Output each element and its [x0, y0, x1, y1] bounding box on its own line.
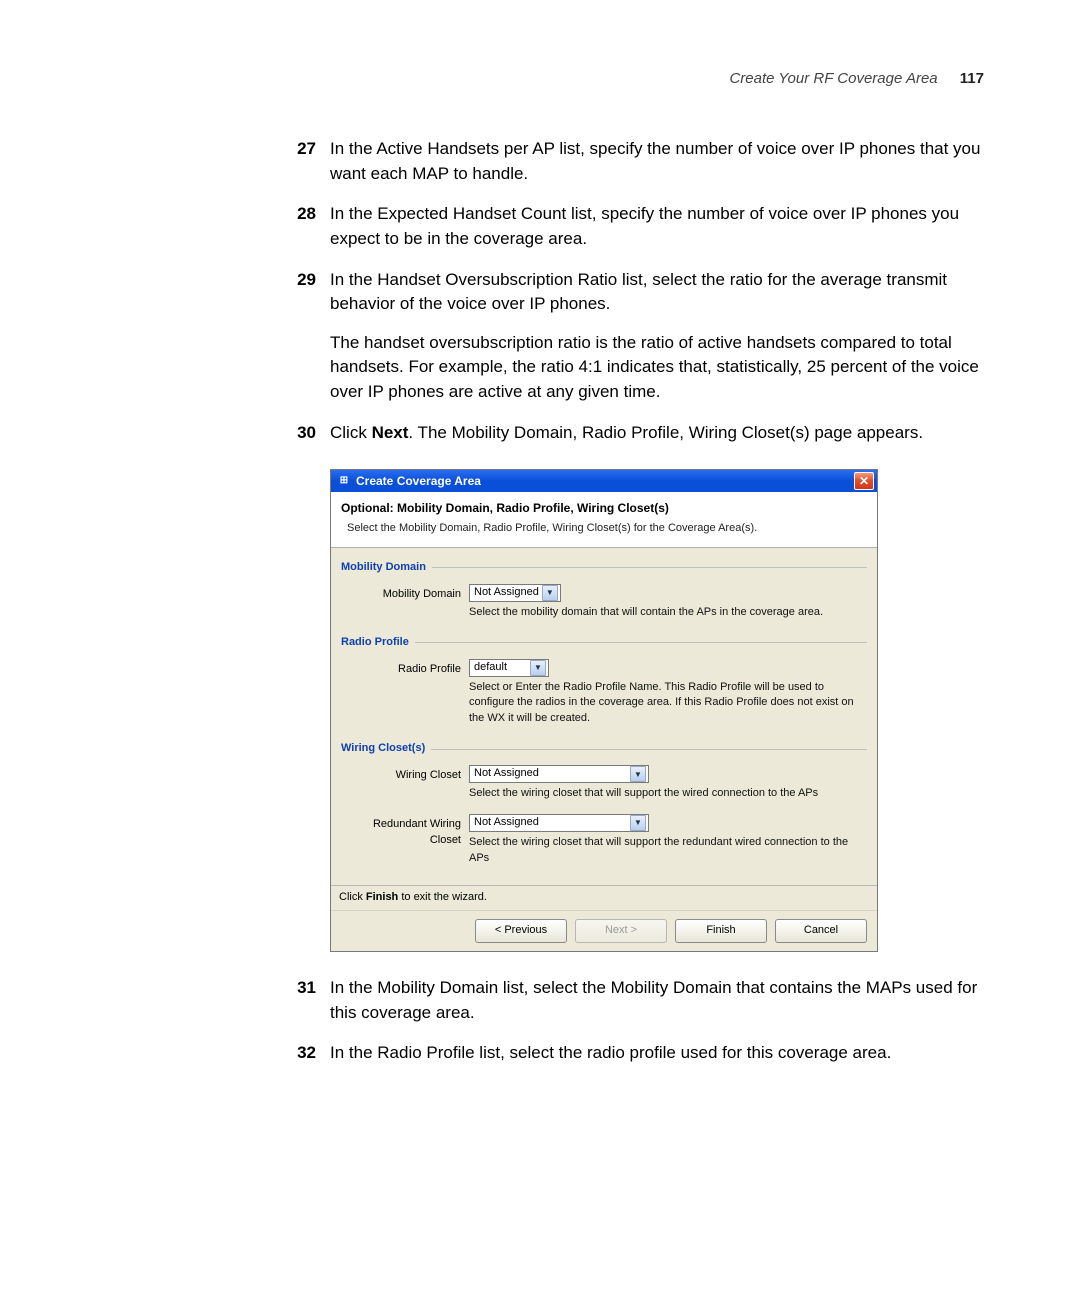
titlebar: ⊞ Create Coverage Area✕ — [331, 470, 877, 492]
step-text: In the Radio Profile list, select the ra… — [330, 1041, 990, 1066]
step-body: In the Radio Profile list, select the ra… — [330, 1041, 990, 1066]
wizard-hint: Click Finish to exit the wizard. — [331, 886, 877, 910]
step-text: In the Active Handsets per AP list, spec… — [330, 137, 990, 186]
previous-button[interactable]: < Previous — [475, 919, 567, 943]
radio-profile-select-value: default — [474, 660, 527, 676]
wiring-closet-select[interactable]: Not Assigned▼ — [469, 765, 649, 783]
wizard-dialog: ⊞ Create Coverage Area✕ Optional: Mobility… — [330, 469, 878, 952]
step-number: 27 — [90, 137, 330, 186]
wizard-subtitle: Select the Mobility Domain, Radio Profil… — [341, 521, 867, 537]
mobility-domain-select-value: Not Assigned — [474, 585, 539, 601]
mobility-domain-label: Mobility Domain — [341, 584, 469, 603]
step-body: Click Next. The Mobility Domain, Radio P… — [330, 421, 990, 446]
chevron-down-icon: ▼ — [530, 660, 546, 676]
step-27: 27In the Active Handsets per AP list, sp… — [90, 137, 990, 186]
step-number: 28 — [90, 202, 330, 251]
close-icon[interactable]: ✕ — [854, 472, 874, 490]
step-text: In the Expected Handset Count list, spec… — [330, 202, 990, 251]
radio-profile-select[interactable]: default▼ — [469, 659, 549, 677]
wizard-figure: ⊞ Create Coverage Area✕ Optional: Mobility… — [90, 469, 990, 952]
step-30: 30Click Next. The Mobility Domain, Radio… — [90, 421, 990, 446]
radio-profile-label: Radio Profile — [341, 659, 469, 678]
app-icon: ⊞ — [337, 474, 351, 488]
wiring-closet-label: Wiring Closet — [341, 765, 469, 784]
step-29: 29In the Handset Oversubscription Ratio … — [90, 268, 990, 405]
step-text: Click Next. The Mobility Domain, Radio P… — [330, 421, 990, 446]
cancel-button[interactable]: Cancel — [775, 919, 867, 943]
group-mobility-domain: Mobility Domain — [341, 560, 432, 576]
finish-button[interactable]: Finish — [675, 919, 767, 943]
step-32: 32In the Radio Profile list, select the … — [90, 1041, 990, 1066]
wizard-body: Mobility DomainMobility DomainNot Assign… — [331, 548, 877, 885]
group-radio-profile: Radio Profile — [341, 635, 415, 651]
chevron-down-icon: ▼ — [630, 766, 646, 782]
radio-profile-help: Select or Enter the Radio Profile Name. … — [469, 680, 867, 728]
divider — [432, 567, 867, 568]
step-number: 31 — [90, 976, 330, 1025]
step-body: In the Handset Oversubscription Ratio li… — [330, 268, 990, 405]
mobility-domain-select[interactable]: Not Assigned▼ — [469, 584, 561, 602]
step-text: In the Mobility Domain list, select the … — [330, 976, 990, 1025]
wizard-footer: Click Finish to exit the wizard. < Previo… — [331, 885, 877, 951]
redundant-wiring-closet-help: Select the wiring closet that will suppo… — [469, 835, 867, 867]
step-28: 28In the Expected Handset Count list, sp… — [90, 202, 990, 251]
next-button: Next > — [575, 919, 667, 943]
step-number: 29 — [90, 268, 330, 405]
step-body: In the Mobility Domain list, select the … — [330, 976, 990, 1025]
wiring-closet-help: Select the wiring closet that will suppo… — [469, 786, 867, 802]
chevron-down-icon: ▼ — [630, 815, 646, 831]
divider — [415, 642, 867, 643]
step-text: In the Handset Oversubscription Ratio li… — [330, 268, 990, 317]
wizard-header: Optional: Mobility Domain, Radio Profile… — [331, 492, 877, 547]
step-text: The handset oversubscription ratio is th… — [330, 331, 990, 405]
step-body: In the Expected Handset Count list, spec… — [330, 202, 990, 251]
redundant-wiring-closet-label: Redundant Wiring Closet — [341, 814, 469, 849]
step-number: 32 — [90, 1041, 330, 1066]
mobility-domain-help: Select the mobility domain that will con… — [469, 605, 867, 621]
step-31: 31In the Mobility Domain list, select th… — [90, 976, 990, 1025]
wizard-title: Optional: Mobility Domain, Radio Profile… — [341, 500, 867, 517]
running-header: Create Your RF Coverage Area 117 — [90, 70, 990, 87]
divider — [431, 749, 867, 750]
group-wiring-closets: Wiring Closet(s) — [341, 741, 431, 757]
step-number: 30 — [90, 421, 330, 446]
running-title: Create Your RF Coverage Area — [729, 70, 937, 87]
wiring-closet-select-value: Not Assigned — [474, 766, 627, 782]
redundant-wiring-closet-select-value: Not Assigned — [474, 815, 627, 831]
chevron-down-icon: ▼ — [542, 585, 558, 601]
step-body: In the Active Handsets per AP list, spec… — [330, 137, 990, 186]
window-title: Create Coverage Area — [356, 473, 854, 490]
page-number: 117 — [960, 70, 984, 87]
redundant-wiring-closet-select[interactable]: Not Assigned▼ — [469, 814, 649, 832]
steps-list: 27In the Active Handsets per AP list, sp… — [90, 137, 990, 1066]
